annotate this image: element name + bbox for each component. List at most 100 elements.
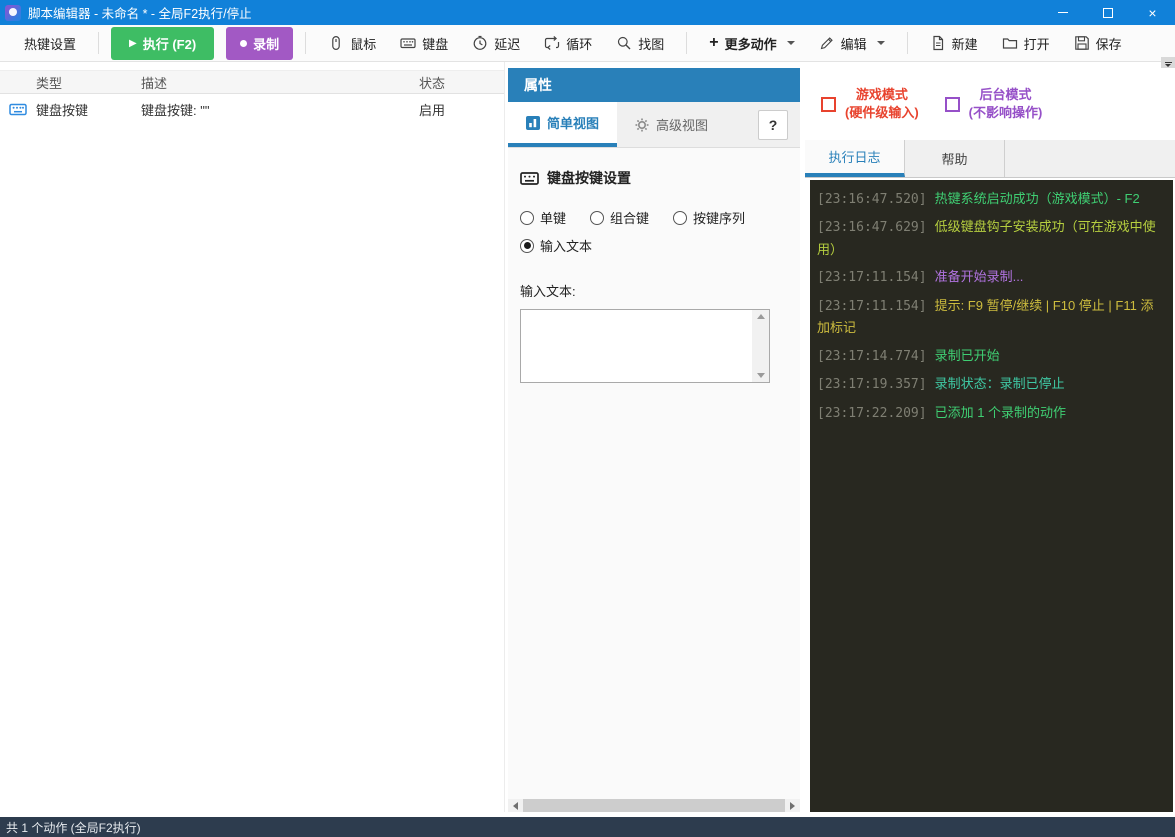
properties-title: 属性 <box>524 77 552 93</box>
scrollbar-thumb[interactable] <box>523 799 785 812</box>
radio-icon <box>520 210 534 225</box>
radio-icon <box>590 210 605 225</box>
play-icon: ▶ <box>129 37 137 49</box>
log-entry: [23:16:47.520] 热键系统启动成功（游戏模式）- F2 <box>817 191 1140 207</box>
properties-panel: 属性 简单视图 高级视图 ? 键盘按键设置 单键 组合键 按键序列 输入文本 输… <box>508 68 800 812</box>
key-mode-options: 单键 组合键 按键序列 <box>520 208 788 227</box>
mouse-action-button[interactable]: 鼠标 <box>318 28 386 59</box>
gear-icon <box>635 118 649 132</box>
minimize-button[interactable] <box>1040 0 1085 25</box>
close-button[interactable]: × <box>1130 0 1175 25</box>
keyboard-icon <box>400 35 416 51</box>
help-button[interactable]: ? <box>758 110 788 140</box>
toolbar-separator <box>686 32 688 54</box>
radio-single-key[interactable]: 单键 <box>520 208 566 227</box>
chevron-down-icon <box>786 41 795 45</box>
save-icon <box>1074 35 1090 51</box>
app-window: 脚本编辑器 - 未命名 * - 全局F2执行/停止 × 热键设置 ▶ 执行 (F… <box>0 0 1175 837</box>
log-panel: 游戏模式 (硬件级输入) 后台模式 (不影响操作) 执行日志 帮助 [23:16… <box>805 68 1175 812</box>
mode-options: 游戏模式 (硬件级输入) 后台模式 (不影响操作) <box>805 68 1175 140</box>
scroll-right-icon <box>790 801 795 810</box>
tab-help[interactable]: 帮助 <box>905 140 1005 177</box>
toolbar: 热键设置 ▶ 执行 (F2) 录制 鼠标 键盘 延迟 循环 找图 + 更多动作 … <box>0 25 1175 62</box>
minimize-icon <box>1057 12 1068 13</box>
run-button[interactable]: ▶ 执行 (F2) <box>111 26 215 60</box>
toolbar-separator <box>906 32 908 54</box>
properties-content: 键盘按键设置 单键 组合键 按键序列 输入文本 输入文本: <box>508 148 800 799</box>
radio-input-text[interactable]: 输入文本 <box>520 236 592 255</box>
radio-icon <box>520 238 534 253</box>
checkbox-icon <box>821 96 836 112</box>
scroll-left-icon <box>513 801 518 810</box>
log-entry: [23:17:11.154] 提示: F9 暂停/继续 | F10 停止 | F1… <box>817 297 1154 336</box>
input-text-field[interactable] <box>521 310 752 382</box>
textarea-scrollbar[interactable] <box>752 310 769 382</box>
input-text-box <box>520 309 770 383</box>
maximize-button[interactable] <box>1085 0 1130 25</box>
mouse-icon <box>328 35 344 51</box>
simple-view-icon <box>526 115 540 130</box>
column-description: 描述 <box>141 75 168 91</box>
background-mode-checkbox[interactable]: 后台模式 (不影响操作) <box>944 86 1042 121</box>
loop-action-button[interactable]: 循环 <box>534 28 602 59</box>
row-status: 启用 <box>419 102 446 118</box>
actions-panel: 类型 描述 状态 键盘按键 键盘按键: "" 启用 <box>0 62 505 812</box>
log-entry: [23:17:19.357] 录制状态：录制已停止 <box>817 376 1065 393</box>
key-mode-options: 输入文本 <box>520 236 788 255</box>
folder-icon <box>1002 35 1018 51</box>
scroll-up-icon <box>756 314 765 319</box>
column-type: 类型 <box>36 75 63 91</box>
window-controls: × <box>1040 0 1175 25</box>
log-tabs: 执行日志 帮助 <box>805 140 1175 178</box>
scroll-down-icon <box>756 373 765 378</box>
keyboard-icon <box>0 102 36 117</box>
view-tabs: 简单视图 高级视图 ? <box>508 102 800 148</box>
radio-icon <box>673 210 688 225</box>
keyboard-action-button[interactable]: 键盘 <box>390 28 458 59</box>
edit-button[interactable]: 编辑 <box>809 28 895 59</box>
maximize-icon <box>1102 7 1113 18</box>
find-image-button[interactable]: 找图 <box>606 28 674 59</box>
tab-advanced-view[interactable]: 高级视图 <box>617 102 726 147</box>
table-row[interactable]: 键盘按键 键盘按键: "" 启用 <box>0 94 504 124</box>
toolbar-separator <box>98 32 100 54</box>
section-heading: 键盘按键设置 <box>520 168 788 188</box>
loop-icon <box>544 35 560 51</box>
radio-combo-key[interactable]: 组合键 <box>590 208 649 227</box>
status-bar: 共 1 个动作 (全局F2执行) <box>0 817 1175 837</box>
toolbar-separator <box>305 32 307 54</box>
app-icon <box>5 4 21 21</box>
open-file-button[interactable]: 打开 <box>992 28 1060 59</box>
close-icon: × <box>1148 4 1157 21</box>
record-icon <box>240 39 248 47</box>
more-actions-button[interactable]: + 更多动作 <box>699 28 804 59</box>
title-bar: 脚本编辑器 - 未命名 * - 全局F2执行/停止 × <box>0 0 1175 25</box>
search-icon <box>616 35 632 51</box>
new-file-button[interactable]: 新建 <box>920 28 988 59</box>
game-mode-checkbox[interactable]: 游戏模式 (硬件级输入) <box>821 86 919 121</box>
log-entry: [23:17:22.209] 已添加 1 个录制的动作 <box>817 404 1067 421</box>
plus-icon: + <box>709 34 719 51</box>
save-button[interactable]: 保存 <box>1064 28 1132 59</box>
radio-key-sequence[interactable]: 按键序列 <box>673 208 745 227</box>
log-entry: [23:17:11.154] 准备开始录制... <box>817 269 1024 286</box>
clock-icon <box>472 35 488 51</box>
tab-execution-log[interactable]: 执行日志 <box>805 140 905 177</box>
new-document-icon <box>930 35 946 51</box>
delay-action-button[interactable]: 延迟 <box>462 28 530 59</box>
properties-header: 属性 <box>508 68 800 102</box>
execution-log[interactable]: [23:16:47.520] 热键系统启动成功（游戏模式）- F2 [23:16:… <box>810 180 1173 812</box>
actions-table-header: 类型 描述 状态 <box>0 70 504 94</box>
horizontal-scrollbar[interactable] <box>508 799 800 812</box>
log-entry: [23:16:47.629] 低级键盘钩子安装成功（可在游戏中使用） <box>817 219 1156 257</box>
log-entry: [23:17:14.774] 录制已开始 <box>817 347 1000 364</box>
checkbox-icon <box>944 96 960 112</box>
record-button[interactable]: 录制 <box>226 26 294 60</box>
tab-simple-view[interactable]: 简单视图 <box>508 102 618 147</box>
pencil-icon <box>819 35 835 51</box>
status-text: 共 1 个动作 (全局F2执行) <box>6 820 141 835</box>
hotkey-settings-button[interactable]: 热键设置 <box>14 28 86 59</box>
column-status: 状态 <box>419 75 446 91</box>
chevron-down-icon <box>876 41 885 45</box>
row-description: 键盘按键: "" <box>141 102 210 118</box>
